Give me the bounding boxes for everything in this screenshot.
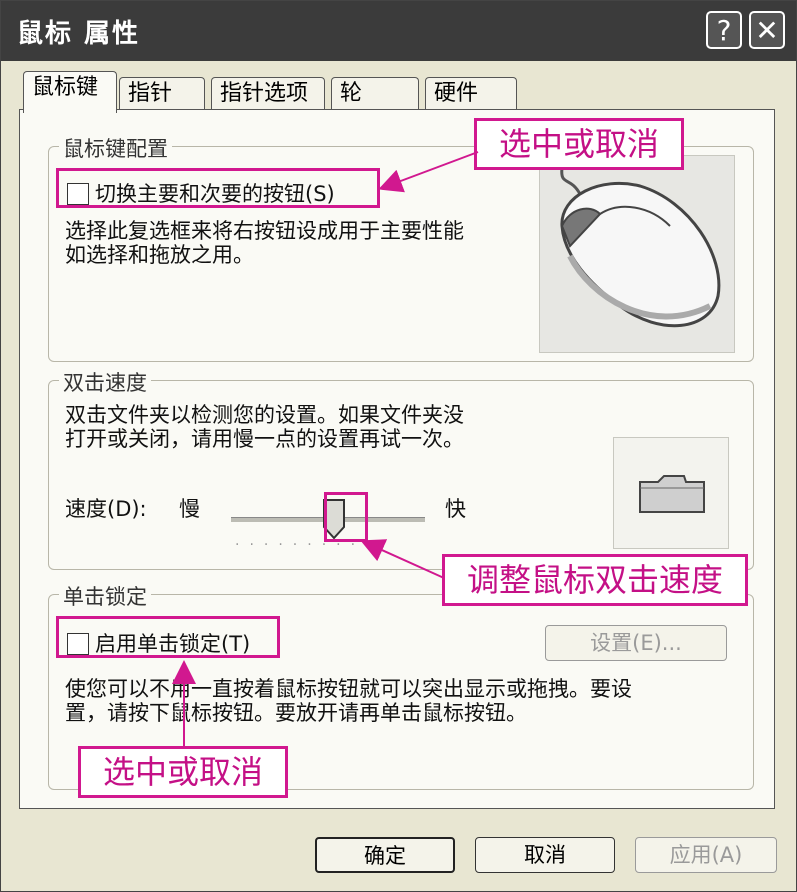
tab-label: 鼠标键 [32,75,99,100]
tab-label: 指针选项 [220,81,309,106]
callout-speed: 调整鼠标双击速度 [442,554,748,606]
double-click-description-line2: 打开或关闭，请用慢一点的设置再试一次。 [65,427,464,451]
group-legend: 双击速度 [59,367,151,397]
group-legend: 鼠标键配置 [59,133,172,163]
double-click-description-line1: 双击文件夹以检测您的设置。如果文件夹没 [65,403,464,427]
mouse-icon [560,167,721,328]
close-button[interactable]: ✕ [749,11,785,49]
click-lock-highlight [56,616,280,658]
tab-label: 指针 [128,81,173,106]
help-icon: ? [716,14,732,47]
speed-label: 速度(D): [65,497,147,521]
tab-buttons[interactable]: 鼠标键 [23,71,117,113]
close-icon: ✕ [755,14,779,47]
tab-pointers[interactable]: 指针 [119,77,205,111]
help-button[interactable]: ? [706,11,742,49]
button-label: 取消 [524,843,566,867]
button-label: 确定 [364,844,406,868]
slow-label: 慢 [179,497,200,521]
double-click-group: 双击速度 双击文件夹以检测您的设置。如果文件夹没 打开或关闭，请用慢一点的设置再… [48,367,754,570]
callout-toggle-buttons: 选中或取消 [474,118,684,170]
switch-buttons-highlight [56,168,380,208]
tab-label: 硬件 [434,81,479,106]
window-title: 鼠标 属性 [17,19,141,49]
tab-wheel[interactable]: 轮 [331,77,419,111]
fast-label: 快 [445,497,466,521]
group-legend: 单击锁定 [59,581,151,611]
mouse-preview [539,155,735,353]
tab-pointer-options[interactable]: 指针选项 [211,77,325,111]
click-lock-description-line1: 使您可以不用一直按着鼠标按钮就可以突出显示或拖拽。要设 [65,677,632,701]
click-lock-description-line2: 置，请按下鼠标按钮。要放开请再单击鼠标按钮。 [65,701,527,725]
speed-thumb-highlight [324,492,368,542]
title-bar: 鼠标 属性 ? ✕ [1,1,796,61]
click-lock-settings-button[interactable]: 设置(E)... [545,625,727,661]
tab-hardware[interactable]: 硬件 [425,77,517,111]
tab-strip: 鼠标键 指针 指针选项 轮 硬件 [19,71,789,113]
tab-label: 轮 [340,81,363,106]
dialog-button-bar: 确定 取消 应用(A) [1,811,796,891]
apply-button[interactable]: 应用(A) [635,837,777,873]
folder-icon[interactable] [614,438,730,550]
cancel-button[interactable]: 取消 [475,837,615,873]
double-click-test-area[interactable] [613,437,729,549]
callout-click-lock: 选中或取消 [78,746,288,798]
button-config-description-line2: 如选择和拖放之用。 [65,243,254,267]
button-label: 应用(A) [669,843,743,867]
ok-button[interactable]: 确定 [315,837,455,873]
tab-panel: 鼠标键配置 切换主要和次要的按钮(S) 选择此复选框来将右按钮设成用于主要性能 … [19,109,775,809]
button-label: 设置(E)... [590,631,682,655]
button-config-description-line1: 选择此复选框来将右按钮设成用于主要性能 [65,219,464,243]
